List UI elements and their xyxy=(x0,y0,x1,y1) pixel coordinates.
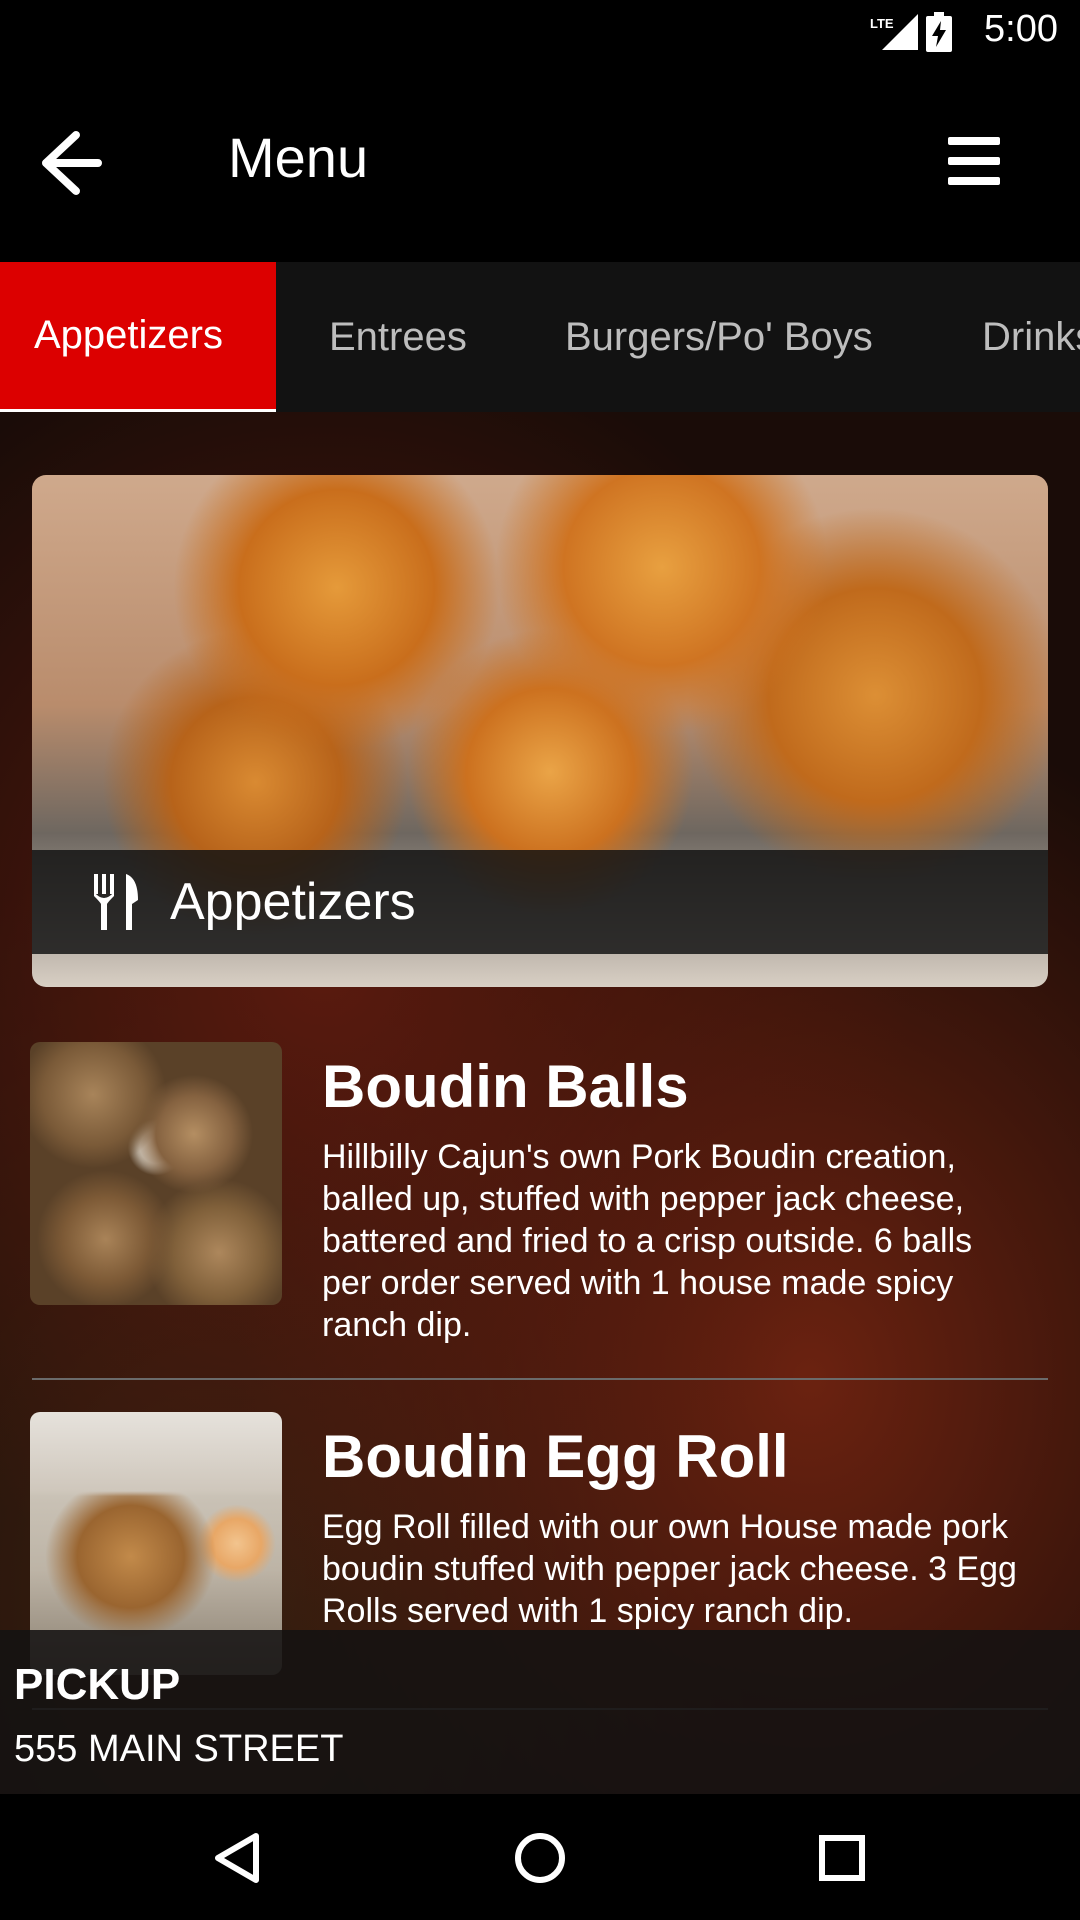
lte-signal-icon: LTE xyxy=(870,14,918,50)
category-banner[interactable]: Appetizers xyxy=(32,475,1048,987)
status-bar: LTE 5:00 xyxy=(0,0,1080,63)
category-banner-label-bar: Appetizers xyxy=(32,850,1048,954)
battery-charging-icon xyxy=(926,12,952,52)
nav-home-icon[interactable] xyxy=(508,1826,572,1890)
back-arrow-icon[interactable] xyxy=(36,123,116,203)
boudin-balls-photo xyxy=(30,1042,282,1305)
tab-label: Entrees xyxy=(329,314,467,359)
tab-appetizers[interactable]: Appetizers xyxy=(0,262,276,412)
page-title: Menu xyxy=(228,126,369,189)
item-description: Hillbilly Cajun's own Pork Boudin creati… xyxy=(322,1138,973,1344)
svg-text:LTE: LTE xyxy=(870,16,894,31)
menu-content[interactable]: Appetizers Boudin Balls Hillbilly Cajun'… xyxy=(0,412,1080,1794)
tab-entrees[interactable]: Entrees xyxy=(329,262,467,412)
item-title: Boudin Balls xyxy=(322,1053,689,1120)
tab-label: Appetizers xyxy=(34,313,223,357)
fork-knife-icon xyxy=(94,874,138,930)
status-time: 5:00 xyxy=(984,8,1058,50)
item-divider xyxy=(32,1378,1048,1380)
tab-label: Burgers/Po' Boys xyxy=(565,314,873,359)
tab-label: Drinks xyxy=(982,314,1080,359)
item-description: Egg Roll filled with our own House made … xyxy=(322,1508,1017,1630)
system-nav-bar xyxy=(0,1794,1080,1920)
hamburger-menu-icon[interactable] xyxy=(940,127,1020,197)
nav-recents-icon[interactable] xyxy=(810,1826,874,1890)
nav-back-icon[interactable] xyxy=(206,1826,270,1890)
category-banner-title: Appetizers xyxy=(170,873,416,931)
app-bar: Menu xyxy=(0,63,1080,262)
item-title: Boudin Egg Roll xyxy=(322,1423,789,1490)
pickup-title: PICKUP xyxy=(14,1660,181,1709)
pickup-address: 555 MAIN STREET xyxy=(14,1728,344,1770)
tab-drinks[interactable]: Drinks xyxy=(982,262,1080,412)
pickup-bar[interactable]: PICKUP 555 MAIN STREET xyxy=(0,1630,1080,1794)
category-tabs: Appetizers Entrees Burgers/Po' Boys Drin… xyxy=(0,262,1080,412)
tab-burgers-po-boys[interactable]: Burgers/Po' Boys xyxy=(565,262,873,412)
